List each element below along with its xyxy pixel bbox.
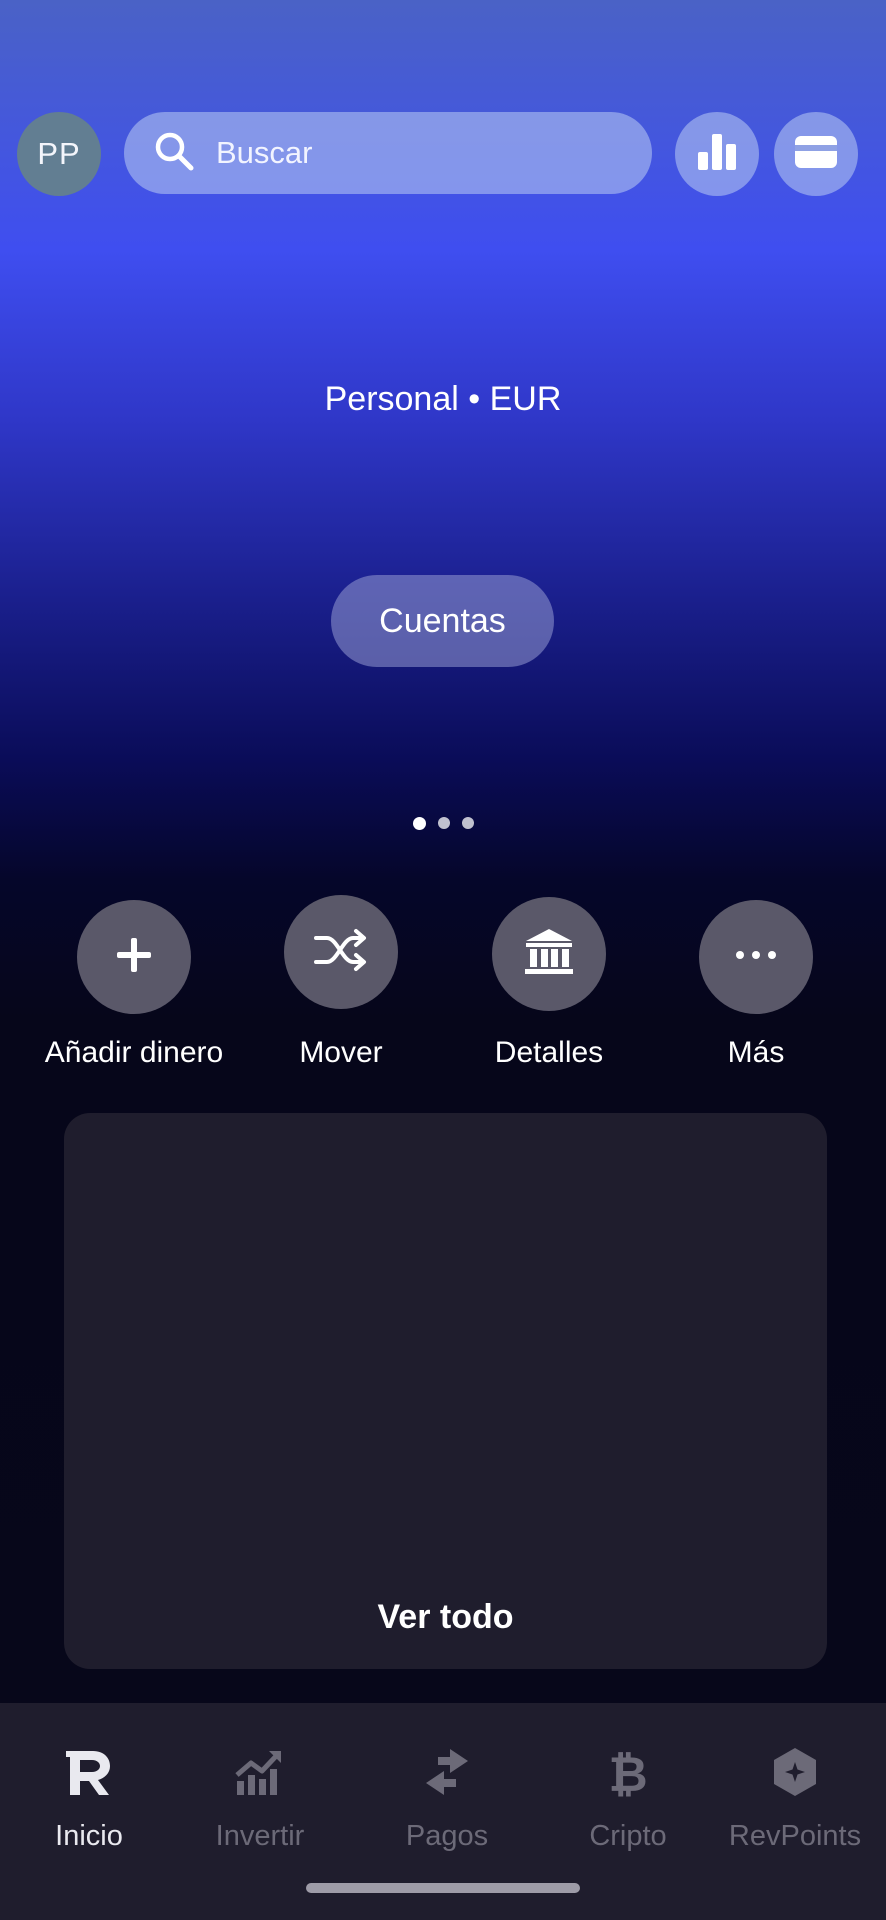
pager-dot — [412, 817, 426, 830]
tab-invertir[interactable]: Invertir — [175, 1745, 345, 1853]
tab-invertir-label: Invertir — [215, 1820, 305, 1852]
home-screen: PP Personal • EUR Cuen — [0, 0, 886, 1920]
more-label: Más — [727, 1036, 785, 1069]
pager-dot — [461, 817, 474, 829]
home-indicator[interactable] — [306, 1883, 580, 1893]
add-money-button[interactable]: Añadir dinero — [34, 900, 234, 1070]
search-input[interactable] — [214, 134, 598, 172]
account-pager[interactable] — [0, 817, 886, 830]
invest-chart-icon — [233, 1745, 287, 1804]
search-bar[interactable] — [124, 112, 652, 194]
pager-dot — [437, 817, 450, 829]
analytics-button[interactable] — [675, 112, 759, 196]
move-label: Mover — [299, 1036, 383, 1069]
search-icon — [152, 129, 196, 178]
tab-pagos-label: Pagos — [405, 1820, 489, 1852]
account-label: Personal • EUR — [324, 380, 562, 418]
more-button[interactable]: Más — [656, 900, 856, 1070]
bank-icon — [523, 927, 575, 982]
tab-inicio-label: Inicio — [55, 1820, 123, 1852]
tab-cripto-label: Cripto — [589, 1820, 667, 1852]
move-button[interactable]: Mover — [241, 895, 441, 1070]
details-button[interactable]: Detalles — [449, 897, 649, 1070]
tab-revpoints[interactable]: RevPoints — [710, 1745, 880, 1853]
tab-pagos[interactable]: Pagos — [362, 1745, 532, 1853]
avatar-initials: PP — [37, 136, 81, 171]
details-circle[interactable] — [492, 897, 606, 1011]
more-circle[interactable] — [699, 900, 813, 1014]
accounts-button[interactable]: Cuentas — [331, 575, 554, 667]
card-icon — [793, 132, 839, 177]
bar-chart-icon — [695, 130, 739, 179]
bitcoin-icon: ₿ — [601, 1745, 655, 1804]
tab-revpoints-label: RevPoints — [728, 1820, 862, 1852]
add-money-label: Añadir dinero — [44, 1036, 224, 1069]
plus-icon — [114, 935, 154, 980]
cards-button[interactable] — [774, 112, 858, 196]
svg-text:₿: ₿ — [608, 1749, 647, 1799]
profile-avatar[interactable]: PP — [17, 112, 101, 196]
transactions-panel: Ver todo — [64, 1113, 827, 1669]
see-all-button[interactable]: Ver todo — [64, 1598, 827, 1637]
revpoints-hexagon-icon — [768, 1745, 822, 1804]
shuffle-icon — [313, 928, 369, 977]
transfer-arrows-icon — [420, 1745, 474, 1804]
accounts-button-label: Cuentas — [379, 601, 506, 640]
move-circle[interactable] — [284, 895, 398, 1009]
tab-inicio[interactable]: Inicio — [4, 1745, 174, 1853]
more-icon — [734, 948, 778, 966]
revolut-r-icon — [62, 1745, 116, 1804]
tab-cripto[interactable]: ₿ Cripto — [543, 1745, 713, 1853]
details-label: Detalles — [494, 1036, 604, 1069]
add-money-circle[interactable] — [77, 900, 191, 1014]
